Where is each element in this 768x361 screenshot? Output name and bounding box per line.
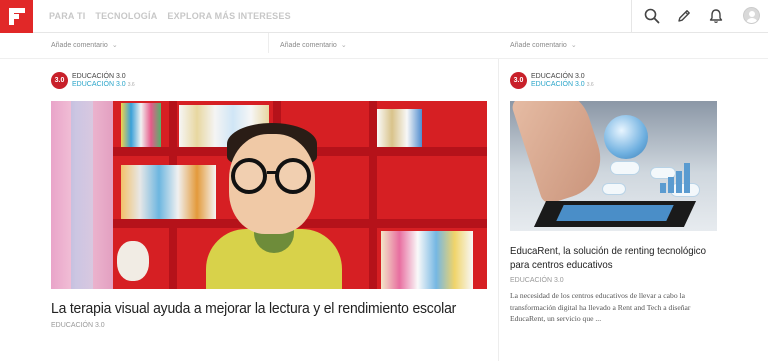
glasses-right-lens	[275, 158, 311, 194]
nav-explora[interactable]: EXPLORA MÁS INTERESES	[167, 11, 290, 21]
chevron-down-icon: ⌄	[340, 42, 347, 49]
chevron-down-icon: ⌄	[111, 42, 118, 49]
books	[121, 103, 161, 147]
source-magazine-label: EDUCACIÓN 3.0	[72, 81, 126, 88]
tablet-screen-graphic	[556, 205, 674, 221]
books	[381, 231, 473, 289]
comment-separator	[268, 33, 269, 53]
books	[377, 109, 422, 147]
chart-bar-graphic	[676, 171, 682, 193]
comment-row: Añade comentario ⌄ Añade comentario ⌄ Añad…	[0, 33, 768, 59]
cloud-graphic	[602, 183, 626, 195]
nav-para-ti[interactable]: PARA TI	[49, 11, 85, 21]
toolbar-divider	[631, 0, 632, 33]
toy-figure	[117, 241, 149, 281]
source-magazine-meta: 3.6	[127, 82, 135, 88]
source-magazine-meta: 3.6	[586, 82, 594, 88]
source-name[interactable]: EDUCACIÓN 3.0	[531, 73, 585, 80]
shelf-post	[369, 101, 377, 289]
main-article-source[interactable]: EDUCACIÓN 3.0	[51, 322, 105, 329]
main-article-image[interactable]	[51, 101, 487, 289]
add-comment-2[interactable]: Añade comentario ⌄	[280, 41, 347, 49]
chart-bar-graphic	[660, 183, 666, 193]
source-logo[interactable]: 3.0	[510, 72, 527, 89]
user-avatar[interactable]	[743, 7, 760, 24]
bell-icon[interactable]	[707, 7, 725, 25]
top-nav: PARA TI TECNOLOGÍA EXPLORA MÁS INTERESES	[49, 11, 291, 21]
side-article-source[interactable]: EDUCACIÓN 3.0	[510, 277, 564, 284]
curtain-stripe	[71, 101, 93, 289]
cloud-graphic	[610, 161, 640, 175]
side-article-image[interactable]	[510, 101, 717, 231]
glasses-bridge	[267, 171, 277, 174]
column-separator	[498, 59, 499, 361]
top-bar: PARA TI TECNOLOGÍA EXPLORA MÁS INTERESES	[0, 0, 768, 33]
source-magazine[interactable]: EDUCACIÓN 3.0 3.6	[72, 81, 135, 88]
chart-bar-graphic	[684, 163, 690, 193]
source-magazine-label: EDUCACIÓN 3.0	[531, 81, 585, 88]
add-comment-1[interactable]: Añade comentario ⌄	[51, 41, 118, 49]
add-comment-label: Añade comentario	[510, 42, 567, 49]
main-article-headline[interactable]: La terapia visual ayuda a mejorar la lec…	[51, 300, 456, 317]
side-article-headline[interactable]: EducaRent, la solución de renting tecnol…	[510, 244, 708, 272]
globe-graphic	[604, 115, 648, 159]
glasses-left-lens	[231, 158, 267, 194]
side-article-excerpt: La necesidad de los centros educativos d…	[510, 291, 691, 323]
add-comment-3[interactable]: Añade comentario ⌄	[510, 41, 577, 49]
add-comment-label: Añade comentario	[51, 42, 108, 49]
nav-tecnologia[interactable]: TECNOLOGÍA	[95, 11, 157, 21]
books	[121, 165, 216, 219]
flipboard-logo[interactable]	[0, 0, 33, 33]
add-comment-label: Añade comentario	[280, 42, 337, 49]
source-logo[interactable]: 3.0	[51, 72, 68, 89]
source-magazine[interactable]: EDUCACIÓN 3.0 3.6	[531, 81, 594, 88]
pencil-icon[interactable]	[675, 7, 693, 25]
search-icon[interactable]	[643, 7, 661, 25]
chevron-down-icon: ⌄	[570, 42, 577, 49]
hand-graphic	[510, 101, 611, 206]
source-name[interactable]: EDUCACIÓN 3.0	[72, 73, 126, 80]
chart-bar-graphic	[668, 177, 674, 193]
